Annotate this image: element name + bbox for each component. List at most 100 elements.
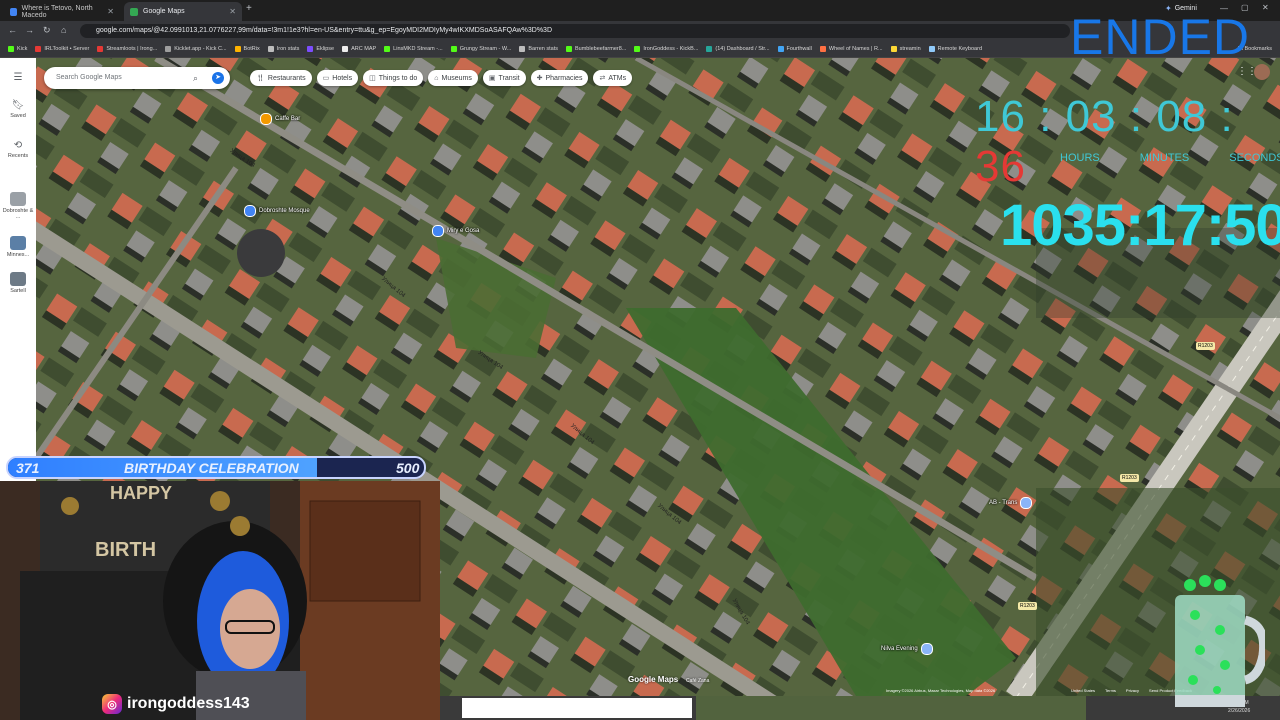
place-marker-cafe[interactable]: Caffe Bar: [260, 113, 300, 125]
place-thumbnail: [10, 192, 26, 206]
place-thumbnail: [10, 272, 26, 286]
bookmark-label: Wheel of Names | R...: [828, 46, 883, 52]
recent-place-minnesota[interactable]: Minnes...: [0, 236, 36, 258]
bookmark-favicon-icon: [519, 46, 526, 52]
taskbar: 4:08 PM 2/26/2026: [440, 696, 1280, 720]
bookmark-favicon-icon: [97, 46, 104, 52]
chip-atms[interactable]: ⇄ ATMs: [593, 70, 633, 86]
bookmark-favicon-icon: [307, 46, 314, 52]
ended-overlay: ENDED: [1070, 9, 1251, 65]
bookmark-label: streamin: [899, 46, 921, 52]
bookmark-item[interactable]: Bumblebeefarmer8...: [566, 46, 626, 52]
bookmark-item[interactable]: BotRix: [234, 46, 260, 52]
recent-place-dobroshte[interactable]: Dobroshte & ...: [0, 192, 36, 220]
place-marker-nilva[interactable]: Nilva Evening: [881, 643, 933, 655]
chip-label: Hotels: [332, 74, 353, 82]
bookmark-label: BotRix: [243, 46, 260, 52]
bookmark-item[interactable]: Wheel of Names | R...: [819, 46, 883, 52]
window-close-icon[interactable]: ✕: [1262, 3, 1269, 12]
place-marker-ab-trans[interactable]: AB - Trans: [989, 497, 1033, 509]
bookmark-label: IronGoddess - KickB...: [643, 46, 699, 52]
bookmark-item[interactable]: IRLToolkit • Server: [35, 46, 89, 52]
chip-pharmacies[interactable]: ✚ Pharmacies: [530, 70, 589, 86]
bookmark-item[interactable]: Fourthwall: [777, 46, 812, 52]
banner-happy: HAPPY: [110, 483, 173, 503]
url-input[interactable]: google.com/maps/@42.0991013,21.0776227,9…: [80, 24, 1070, 38]
home-icon[interactable]: ⌂: [61, 25, 66, 35]
road-badge: R1203: [1120, 474, 1139, 482]
timer-separator: :: [1039, 92, 1053, 141]
bookmark-item[interactable]: Kick: [8, 46, 27, 52]
tab-where-is-tetovo[interactable]: Where is Tetovo, North Macedo ✕: [4, 2, 120, 21]
chip-label: ATMs: [608, 74, 627, 82]
google-favicon-icon: [10, 7, 17, 16]
bookmark-item[interactable]: ARC MAP: [342, 46, 376, 52]
close-icon[interactable]: ✕: [107, 7, 114, 16]
bookmark-item[interactable]: Iron stats: [267, 46, 299, 52]
road-badge: R1203: [1196, 342, 1215, 350]
directions-icon[interactable]: ➤: [212, 72, 224, 84]
bookmark-label: Kicklet.app - Kick C...: [174, 46, 227, 52]
saved-button[interactable]: 🔖︎ Saved: [0, 100, 36, 119]
atm-icon: ⇄: [599, 75, 606, 82]
bookmark-favicon-icon: [8, 46, 14, 52]
back-icon[interactable]: ←: [8, 25, 17, 35]
bookmark-label: ARC MAP: [351, 46, 377, 52]
place-marker-miry[interactable]: Miry e Gosa: [432, 225, 479, 237]
forward-icon[interactable]: →: [25, 25, 34, 35]
chip-museums[interactable]: ⌂ Museums: [428, 70, 478, 86]
taskbar-search-box[interactable]: [462, 698, 692, 718]
bookmark-item[interactable]: Streamloots | Irong...: [97, 46, 157, 52]
close-icon[interactable]: ✕: [229, 7, 236, 16]
road-badge: R1203: [1018, 602, 1037, 610]
goal-title: BIRTHDAY CELEBRATION: [124, 460, 299, 476]
chip-restaurants[interactable]: 🍴︎ Restaurants: [250, 70, 312, 86]
bookmark-item[interactable]: streamin: [890, 46, 921, 52]
bookmark-item[interactable]: LinsMKD Stream -...: [384, 46, 443, 52]
goal-bar: 371 BIRTHDAY CELEBRATION 500: [6, 456, 426, 479]
reload-icon[interactable]: ↻: [43, 25, 51, 36]
tab-google-maps[interactable]: Google Maps ✕: [124, 2, 242, 21]
bookmark-item[interactable]: Remote Keyboard: [928, 46, 982, 52]
menu-button[interactable]: ☰: [0, 72, 36, 85]
account-avatar[interactable]: [1254, 64, 1270, 80]
timer-separator: :: [1220, 92, 1234, 141]
bookmark-item[interactable]: Kicklet.app - Kick C...: [165, 46, 227, 52]
place-thumbnail: [10, 236, 26, 250]
bookmark-label: Streamloots | Irong...: [106, 46, 158, 52]
instagram-label: irongoddess143: [127, 695, 250, 712]
bookmark-label: LinsMKD Stream -...: [393, 46, 443, 52]
fork-knife-icon: 🍴︎: [256, 75, 265, 82]
timer-hours: 16: [975, 92, 1026, 141]
chip-hotels[interactable]: ▭ Hotels: [316, 70, 359, 86]
bookmark-item[interactable]: Grungy Stream - W...: [450, 46, 511, 52]
chip-things-to-do[interactable]: ◫ Things to do: [363, 70, 424, 86]
bookmark-item[interactable]: IronGoddess - KickB...: [634, 46, 698, 52]
recent-place-sartell[interactable]: Sartell: [0, 272, 36, 294]
bookmark-item[interactable]: (14) Dashboard / Str...: [706, 46, 770, 52]
place-marker-mosque[interactable]: Dobroshte Mosque: [244, 205, 310, 217]
search-icon[interactable]: ⌕: [193, 67, 198, 89]
new-tab-button[interactable]: +: [246, 3, 252, 14]
bookmark-item[interactable]: Barren stats: [519, 46, 558, 52]
bookmark-favicon-icon: [165, 46, 172, 52]
bookmark-favicon-icon: [890, 46, 897, 52]
footer-link[interactable]: Privacy: [1126, 688, 1139, 693]
webcam-feed: HAPPY BIRTH: [0, 481, 440, 720]
footer-link[interactable]: United States: [1071, 688, 1095, 693]
recent-place-label: Sartell: [10, 288, 26, 294]
bookmark-item[interactable]: Eklipse: [307, 46, 334, 52]
place-pin-icon: [920, 643, 933, 655]
chip-transit[interactable]: ▣ Transit: [482, 70, 526, 86]
footer-link[interactable]: Terms: [1105, 688, 1116, 693]
map-attribution: Imagery ©2026 Airbus, Maxar Technologies…: [886, 688, 996, 693]
recents-button[interactable]: ⟲ Recents: [0, 140, 36, 159]
cafe-pin-icon: [260, 113, 272, 125]
search-placeholder: Search Google Maps: [56, 74, 122, 81]
recents-label: Recents: [7, 153, 29, 159]
bookmark-label: IRLToolkit • Server: [44, 46, 90, 52]
maps-favicon-icon: [130, 7, 138, 16]
bookmark-label: Barren stats: [528, 46, 558, 52]
search-input[interactable]: Search Google Maps ⌕ ➤: [44, 67, 230, 89]
timer-last: 36: [975, 142, 1026, 191]
